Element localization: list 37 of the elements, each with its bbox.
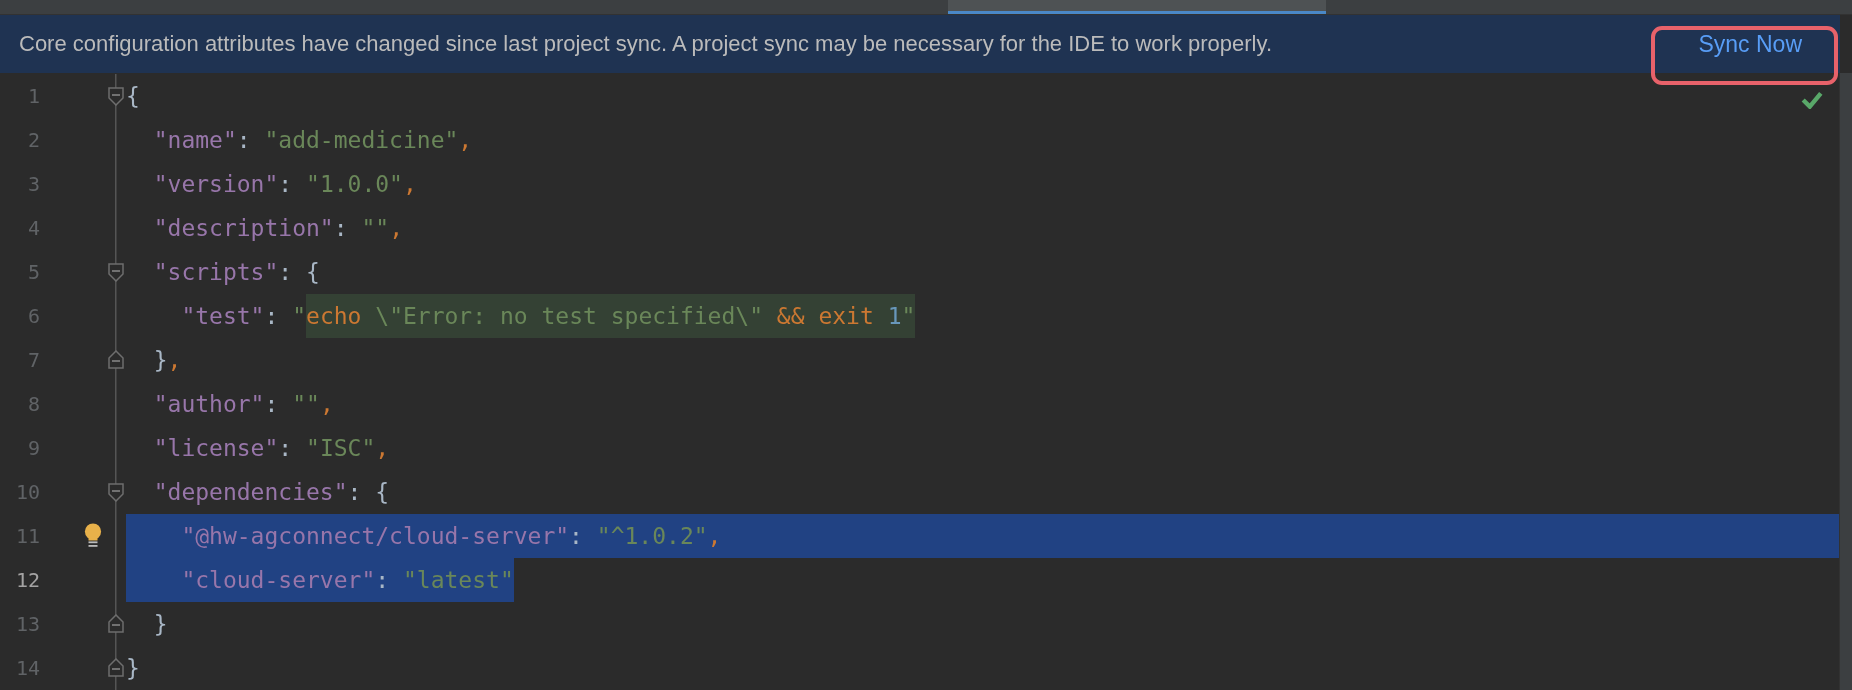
code-line: "license": "ISC", bbox=[152, 434, 390, 463]
code-line: "name": "add-medicine", bbox=[152, 126, 473, 155]
line-number: 11 bbox=[14, 524, 40, 548]
fold-icon[interactable] bbox=[107, 86, 125, 106]
code-line: "author": "", bbox=[152, 390, 334, 419]
line-number: 2 bbox=[26, 128, 40, 152]
line-number: 14 bbox=[14, 656, 40, 680]
code-line: "scripts": { bbox=[152, 258, 320, 287]
line-number: 7 bbox=[26, 348, 40, 372]
line-number: 4 bbox=[26, 216, 40, 240]
sync-now-link[interactable]: Sync Now bbox=[1698, 30, 1802, 58]
code-line: { bbox=[126, 82, 140, 111]
code-line: "version": "1.0.0", bbox=[152, 170, 417, 199]
line-number: 8 bbox=[26, 392, 40, 416]
lightbulb-icon[interactable] bbox=[84, 522, 102, 550]
notification-message: Core configuration attributes have changed since last project sync. A project sync may be necessary for the IDE to work properly. bbox=[19, 31, 1272, 57]
line-number: 13 bbox=[14, 612, 40, 636]
code-line: } bbox=[152, 610, 168, 639]
line-number: 12 bbox=[14, 568, 40, 592]
code-line: }, bbox=[152, 346, 182, 375]
line-number: 10 bbox=[14, 480, 40, 504]
active-editor-tab[interactable] bbox=[948, 0, 1326, 14]
code-line: } bbox=[126, 654, 140, 683]
line-number: 3 bbox=[26, 172, 40, 196]
injected-code: echo \"Error: no test specified\" && exit 1" bbox=[306, 294, 916, 338]
fold-icon[interactable] bbox=[107, 614, 125, 634]
fold-icon[interactable] bbox=[107, 658, 125, 678]
line-number: 1 bbox=[26, 84, 40, 108]
line-number: 6 bbox=[26, 304, 40, 328]
code-line: "description": "", bbox=[152, 214, 403, 243]
line-number: 5 bbox=[26, 260, 40, 284]
fold-icon[interactable] bbox=[107, 350, 125, 370]
line-number: 9 bbox=[26, 436, 40, 460]
code-line: "test": "echo \"Error: no test specified\" && exit 1" bbox=[126, 294, 916, 338]
fold-icon[interactable] bbox=[107, 262, 125, 282]
code-line: "dependencies": { bbox=[152, 478, 390, 507]
fold-icon[interactable] bbox=[107, 482, 125, 502]
